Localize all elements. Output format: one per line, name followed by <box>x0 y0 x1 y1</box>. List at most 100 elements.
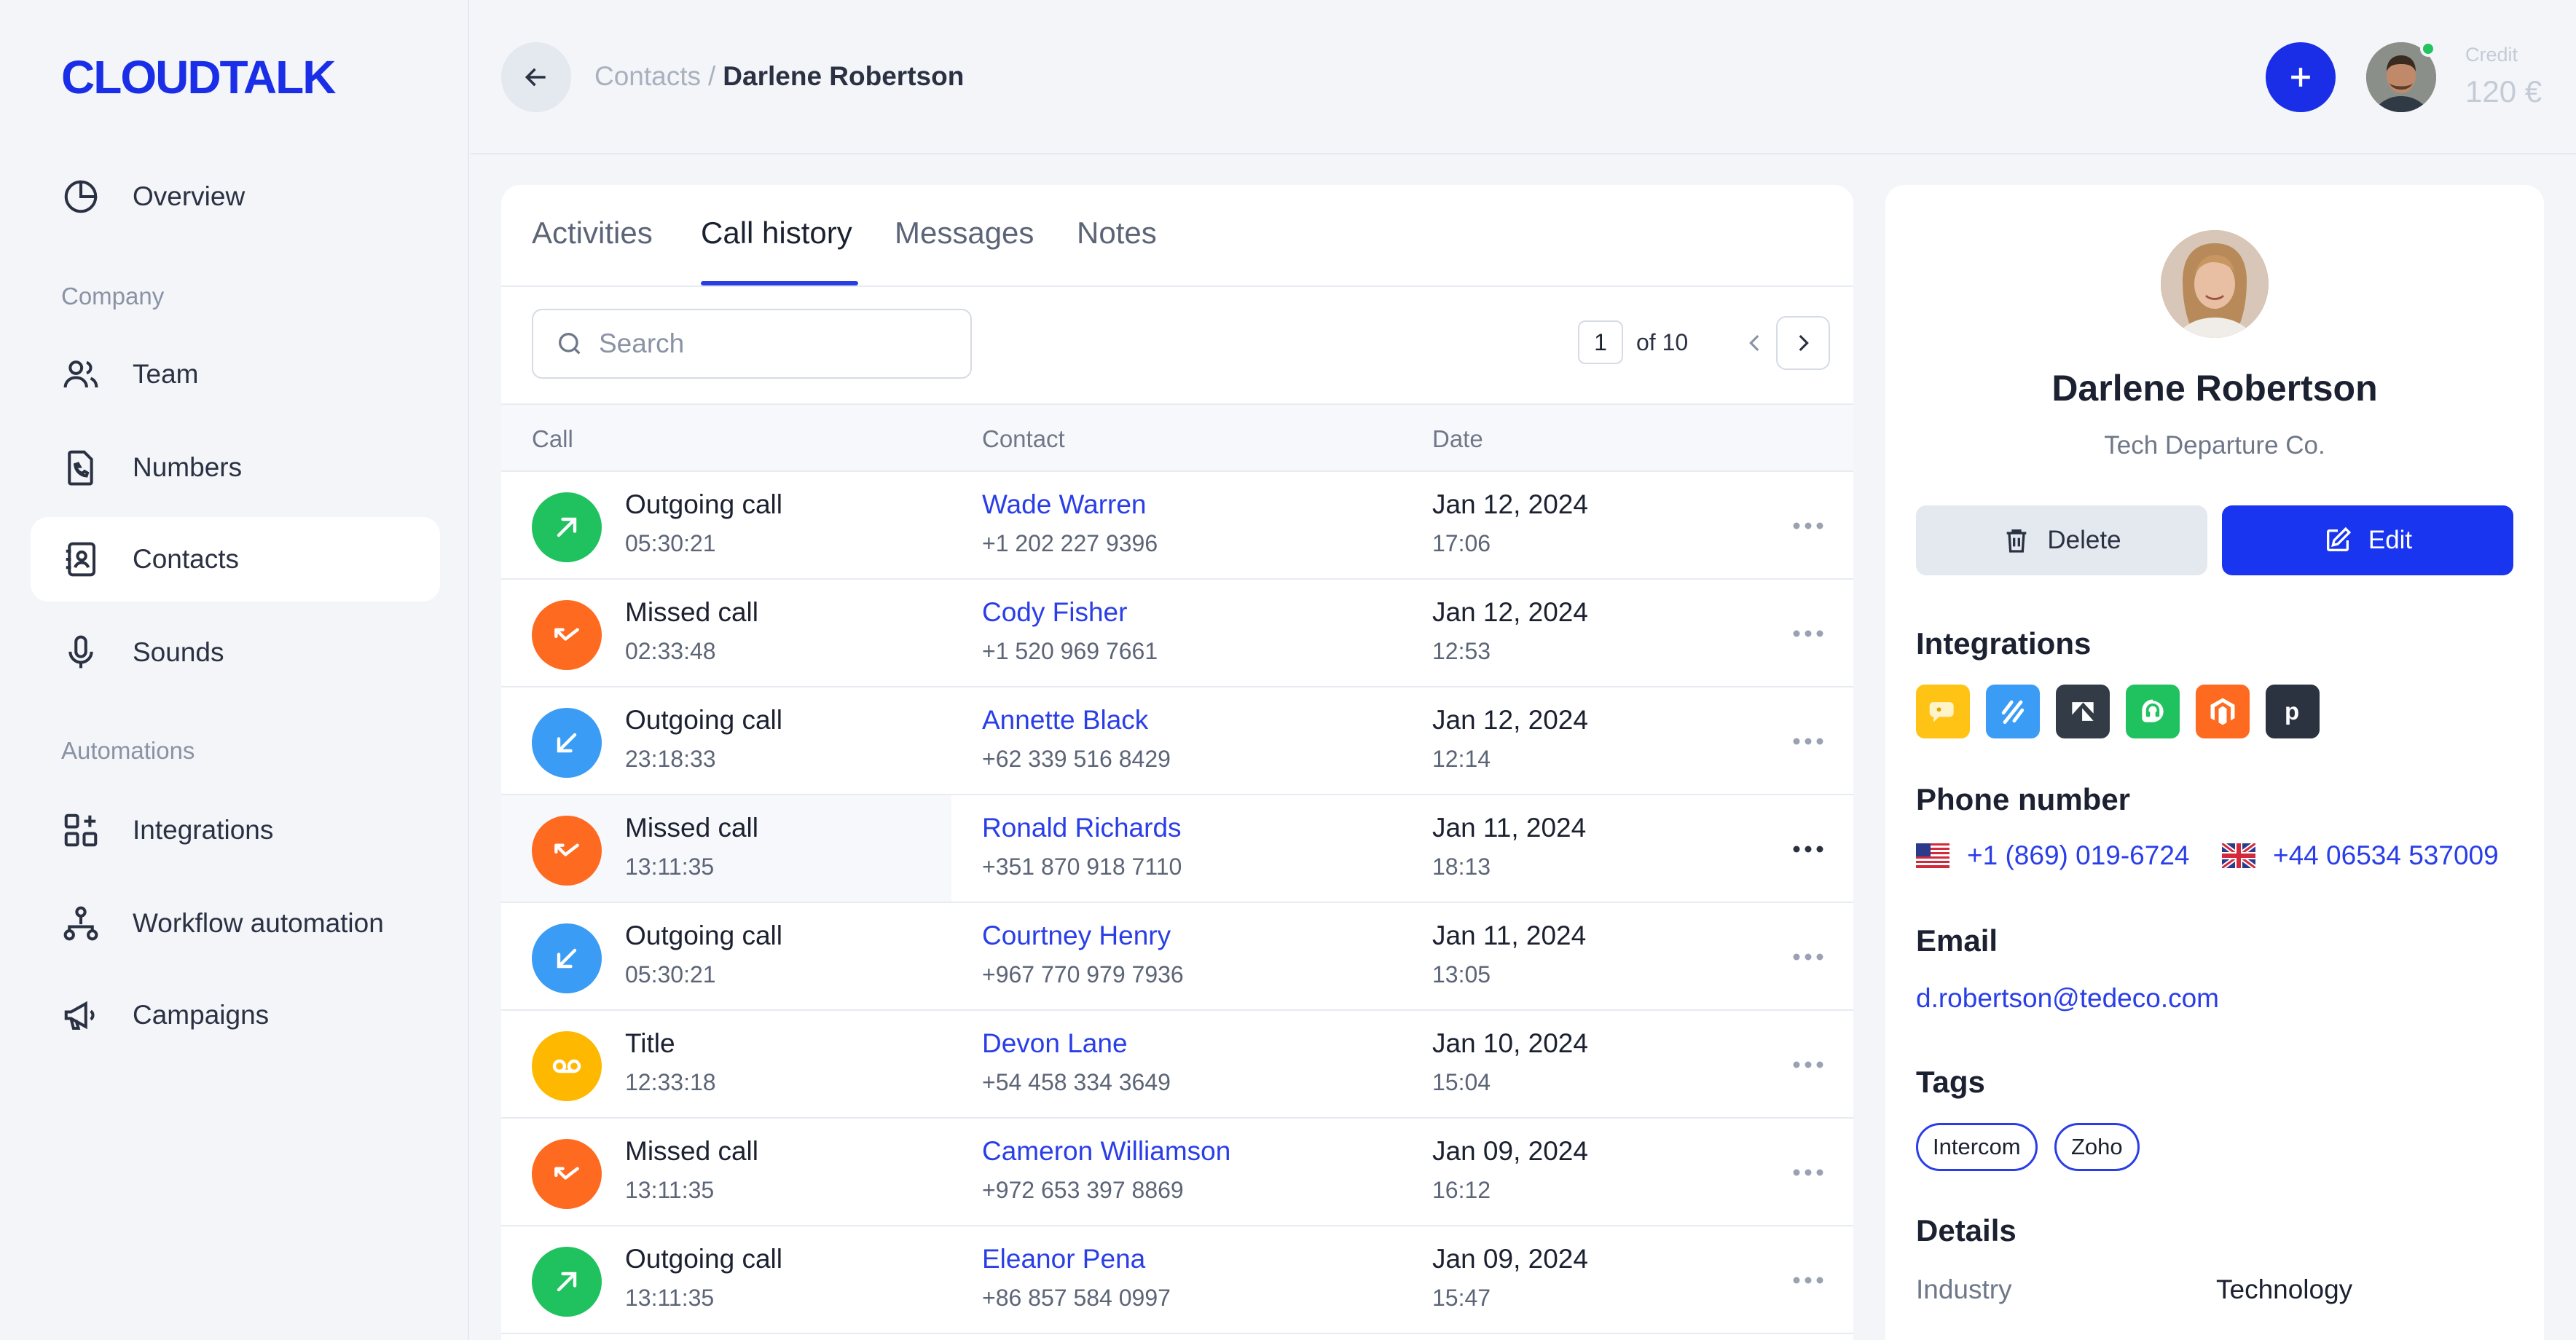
more-options-button[interactable] <box>1786 619 1830 648</box>
table-row[interactable]: Outgoing call 23:18:33 Annette Black +62 33… <box>501 687 1853 795</box>
chat-bubble-icon[interactable] <box>1916 685 1970 738</box>
sidebar-item-overview[interactable]: Overview <box>31 154 440 239</box>
tag-intercom[interactable]: Intercom <box>1916 1123 2038 1171</box>
contact-name-link[interactable]: Cody Fisher <box>982 597 1127 628</box>
contact-name-link[interactable]: Annette Black <box>982 705 1148 736</box>
contact-name-link[interactable]: Eleanor Pena <box>982 1244 1145 1274</box>
cloudtalk-logo[interactable]: CLOUDTALK <box>61 54 396 99</box>
more-options-button[interactable] <box>1786 727 1830 756</box>
incoming-call-icon <box>532 923 602 993</box>
contact-phone: +967 770 979 7936 <box>982 961 1184 988</box>
chevron-left-icon <box>1749 334 1759 352</box>
sidebar-item-team[interactable]: Team <box>31 332 440 417</box>
sidebar-item-contacts[interactable]: Contacts <box>31 517 440 602</box>
freshdesk-icon[interactable] <box>2126 685 2180 738</box>
email-link[interactable]: d.robertson@tedeco.com <box>1916 983 2219 1014</box>
table-row[interactable]: Outgoing call 05:30:21 Courtney Henry +967 … <box>501 903 1853 1011</box>
column-header-call[interactable]: Call <box>532 425 573 453</box>
more-options-button[interactable] <box>1786 1266 1830 1295</box>
tabs-bar: Activities Call history Messages Notes <box>501 185 1853 287</box>
more-options-button[interactable] <box>1786 1050 1830 1079</box>
call-time: 16:12 <box>1432 1177 1491 1203</box>
table-row[interactable]: Missed call 02:33:48 Cody Fisher +1 520 969… <box>501 580 1853 687</box>
breadcrumb-current: Darlene Robertson <box>723 61 965 91</box>
more-options-button[interactable] <box>1786 835 1830 864</box>
call-type: Title <box>625 1028 675 1058</box>
table-row[interactable]: Missed call 13:11:35 Ronald Richards +351 8… <box>501 795 1853 903</box>
contact-name-link[interactable]: Devon Lane <box>982 1028 1128 1059</box>
details-title: Details <box>1916 1213 2017 1248</box>
apps-add-icon <box>60 809 102 851</box>
call-type: Missed call <box>625 813 758 843</box>
column-header-date[interactable]: Date <box>1432 425 1483 453</box>
more-options-button[interactable] <box>1786 1158 1830 1187</box>
table-row[interactable]: Title 12:33:18 Devon Lane +54 458 334 3649 J… <box>501 1011 1853 1119</box>
tab-messages[interactable]: Messages <box>895 216 1034 251</box>
online-status-dot <box>2420 41 2436 57</box>
search-input[interactable] <box>599 328 963 359</box>
contact-name-link[interactable]: Cameron Williamson <box>982 1136 1230 1167</box>
call-type: Missed call <box>625 597 758 627</box>
contact-name-link[interactable]: Wade Warren <box>982 489 1147 520</box>
svg-text:p: p <box>2285 698 2299 725</box>
magento-icon[interactable] <box>2196 685 2250 738</box>
tab-activities[interactable]: Activities <box>532 216 653 251</box>
call-duration: 23:18:33 <box>625 746 716 772</box>
table-row[interactable]: Missed call 13:11:35 Cameron Williamson +97… <box>501 1119 1853 1226</box>
search-field[interactable] <box>532 309 972 379</box>
nav-section-automations: Automations <box>61 737 195 764</box>
microphone-icon <box>60 631 102 674</box>
outgoing-call-icon <box>532 1247 602 1317</box>
more-options-button[interactable] <box>1786 511 1830 540</box>
hubspot-slash-icon[interactable] <box>1986 685 2040 738</box>
call-time: 17:06 <box>1432 530 1491 556</box>
column-header-contact[interactable]: Contact <box>982 425 1065 453</box>
contact-company: Tech Departure Co. <box>2104 431 2325 460</box>
contact-name-link[interactable]: Courtney Henry <box>982 921 1171 951</box>
edit-button[interactable]: Edit <box>2222 505 2513 575</box>
sidebar-item-workflow-automation[interactable]: Workflow automation <box>31 881 440 966</box>
contact-name-link[interactable]: Ronald Richards <box>982 813 1182 843</box>
call-time: 18:13 <box>1432 854 1491 880</box>
tag-zoho[interactable]: Zoho <box>2054 1123 2140 1171</box>
tab-notes[interactable]: Notes <box>1077 216 1157 251</box>
credit-value: 120 € <box>2465 74 2542 109</box>
tab-call-history[interactable]: Call history <box>701 216 852 251</box>
nav-section-company: Company <box>61 283 165 310</box>
add-button[interactable] <box>2266 42 2336 112</box>
table-row[interactable]: Outgoing call 13:11:35 Eleanor Pena +86 857… <box>501 1226 1853 1334</box>
sidebar-item-numbers[interactable]: Numbers <box>31 425 440 510</box>
sidebar-item-label: Campaigns <box>133 1000 270 1030</box>
breadcrumb-separator: / <box>708 61 716 91</box>
contact-name: Darlene Robertson <box>2051 368 2378 409</box>
call-date: Jan 12, 2024 <box>1432 489 1588 519</box>
page-count: of 10 <box>1636 329 1689 355</box>
call-type: Missed call <box>625 1136 758 1166</box>
call-date: Jan 09, 2024 <box>1432 1136 1588 1166</box>
arrow-left-icon <box>525 68 546 87</box>
sidebar-item-integrations[interactable]: Integrations <box>31 788 440 872</box>
call-duration: 02:33:48 <box>625 638 716 664</box>
back-button[interactable] <box>501 42 571 112</box>
ellipsis-icon <box>1793 1061 1823 1068</box>
page-number-input[interactable]: 1 <box>1578 320 1623 364</box>
pipedrive-icon[interactable]: p <box>2266 685 2320 738</box>
contact-book-icon <box>60 538 102 580</box>
phone-number-uk[interactable]: +44 06534 537009 <box>2222 840 2499 871</box>
sidebar-item-campaigns[interactable]: Campaigns <box>31 973 440 1057</box>
detail-label-industry: Industry <box>1916 1274 2012 1304</box>
workflow-icon <box>60 902 102 945</box>
breadcrumb-contacts[interactable]: Contacts <box>594 61 701 91</box>
zendesk-icon[interactable] <box>2056 685 2110 738</box>
prev-page-button[interactable] <box>1732 320 1778 366</box>
phone-file-icon <box>60 446 102 489</box>
uk-flag-icon <box>2222 843 2255 868</box>
delete-button[interactable]: Delete <box>1916 505 2207 575</box>
pie-chart-icon <box>60 176 102 218</box>
sidebar-item-sounds[interactable]: Sounds <box>31 610 440 695</box>
next-page-button[interactable] <box>1776 316 1830 370</box>
table-row[interactable]: Outgoing call 05:30:21 Wade Warren +1 202 2… <box>501 472 1853 580</box>
more-options-button[interactable] <box>1786 942 1830 972</box>
phone-number-title: Phone number <box>1916 782 2131 816</box>
phone-number-us[interactable]: +1 (869) 019-6724 <box>1916 840 2190 871</box>
